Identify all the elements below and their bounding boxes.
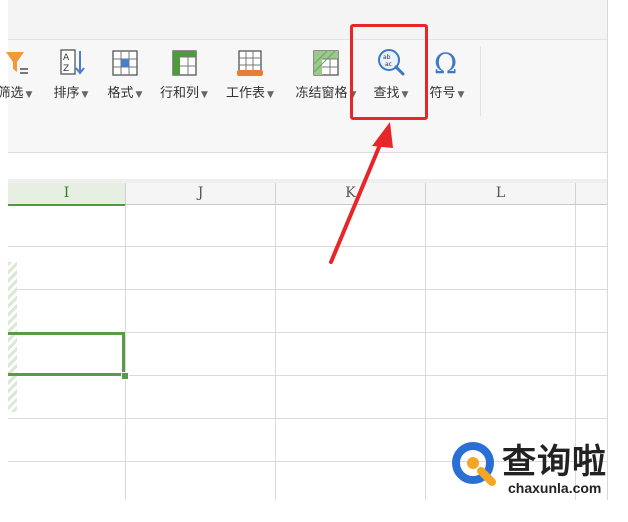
watermark-title: 查询啦	[502, 442, 607, 482]
watermark-subtitle: chaxunla.com	[508, 480, 602, 496]
chaxunla-logo-icon	[452, 442, 496, 486]
watermark: 查询啦 chaxunla.com	[448, 432, 624, 502]
